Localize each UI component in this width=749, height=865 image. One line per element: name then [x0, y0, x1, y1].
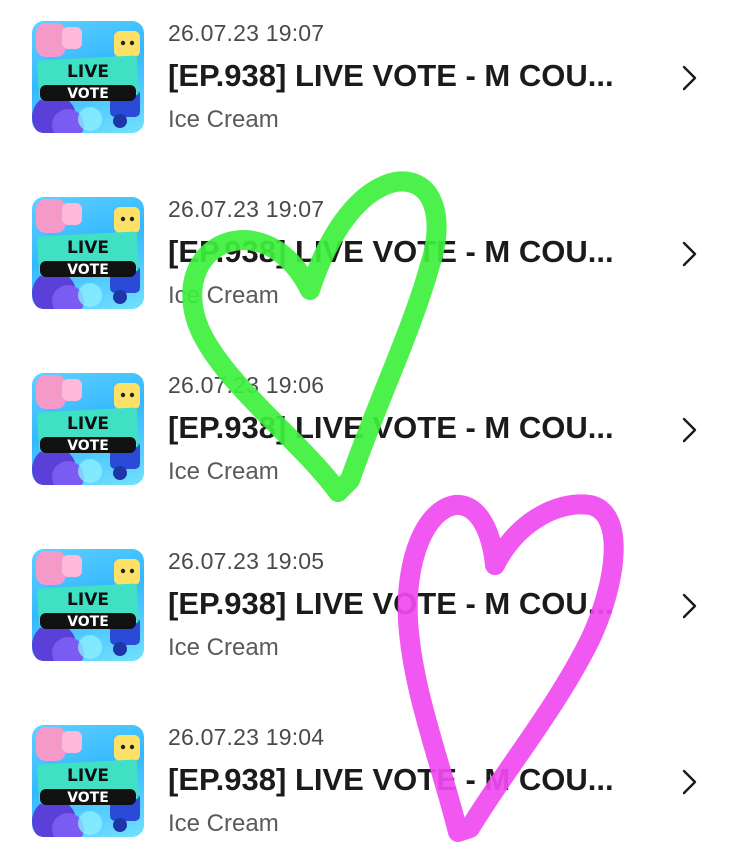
item-subtitle: Ice Cream	[168, 458, 279, 485]
thumb-text-line2: VOTE	[67, 438, 109, 454]
item-subtitle: Ice Cream	[168, 634, 279, 661]
item-title: [EP.938] LIVE VOTE - M COU...	[168, 234, 614, 269]
list-item[interactable]: LIVE VOTE 26.07.23 19:06 [EP.938] LIVE V…	[0, 352, 749, 502]
item-title: [EP.938] LIVE VOTE - M COU...	[168, 58, 614, 93]
item-date: 26.07.23 19:06	[168, 372, 325, 398]
thumb-text-line2: VOTE	[67, 790, 109, 806]
thumb-text-line1: LIVE	[67, 766, 109, 786]
live-vote-thumbnail: LIVE VOTE	[32, 197, 144, 309]
list-item[interactable]: LIVE VOTE 26.07.23 19:07 [EP.938] LIVE V…	[0, 176, 749, 326]
thumb-text-line1: LIVE	[67, 62, 109, 82]
live-vote-thumbnail: LIVE VOTE	[32, 549, 144, 661]
item-title: [EP.938] LIVE VOTE - M COU...	[168, 410, 614, 445]
chevron-right-icon[interactable]	[678, 240, 702, 268]
live-vote-thumbnail: LIVE VOTE	[32, 21, 144, 133]
list-item[interactable]: LIVE VOTE 26.07.23 19:05 [EP.938] LIVE V…	[0, 528, 749, 678]
live-vote-thumbnail: LIVE VOTE	[32, 373, 144, 485]
item-subtitle: Ice Cream	[168, 282, 279, 309]
thumb-text-line1: LIVE	[67, 590, 109, 610]
thumb-text-line2: VOTE	[67, 262, 109, 278]
thumb-text-line2: VOTE	[67, 86, 109, 102]
item-subtitle: Ice Cream	[168, 106, 279, 133]
chevron-right-icon[interactable]	[678, 416, 702, 444]
chevron-right-icon[interactable]	[678, 768, 702, 796]
item-date: 26.07.23 19:05	[168, 548, 325, 574]
item-title: [EP.938] LIVE VOTE - M COU...	[168, 762, 614, 797]
live-vote-thumbnail: LIVE VOTE	[32, 725, 144, 837]
item-subtitle: Ice Cream	[168, 810, 279, 837]
list-item[interactable]: LIVE VOTE 26.07.23 19:07 [EP.938] LIVE V…	[0, 0, 749, 150]
item-date: 26.07.23 19:07	[168, 20, 325, 46]
item-title: [EP.938] LIVE VOTE - M COU...	[168, 586, 614, 621]
item-date: 26.07.23 19:07	[168, 196, 325, 222]
list-item[interactable]: LIVE VOTE 26.07.23 19:04 [EP.938] LIVE V…	[0, 704, 749, 854]
vote-history-list: LIVE VOTE 26.07.23 19:07 [EP.938] LIVE V…	[0, 0, 749, 865]
chevron-right-icon[interactable]	[678, 64, 702, 92]
thumb-text-line1: LIVE	[67, 414, 109, 434]
item-date: 26.07.23 19:04	[168, 724, 325, 750]
chevron-right-icon[interactable]	[678, 592, 702, 620]
thumb-text-line2: VOTE	[67, 614, 109, 630]
thumb-text-line1: LIVE	[67, 238, 109, 258]
